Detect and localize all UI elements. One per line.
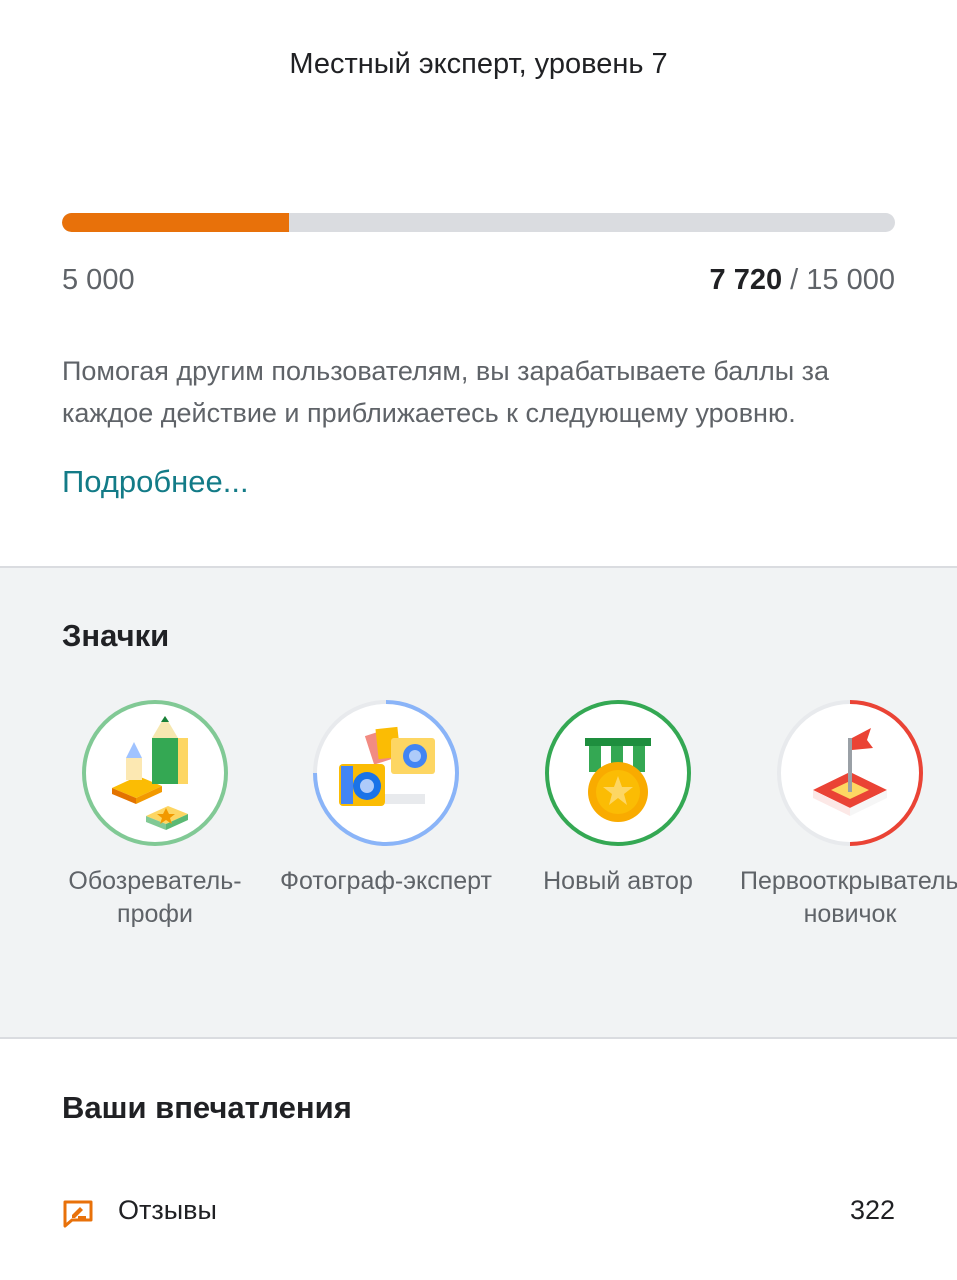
stat-value: 322 bbox=[849, 1195, 895, 1225]
badge-label: Новый автор bbox=[543, 867, 693, 895]
current-points: 7 720 bbox=[709, 264, 783, 296]
cameras-icon bbox=[313, 700, 459, 846]
badge-label: Фотограф-эксперт bbox=[280, 867, 492, 895]
badge-label: Обозреватель-профи bbox=[68, 867, 242, 928]
badge-ring bbox=[775, 698, 925, 848]
range-min-value: 5 000 bbox=[62, 264, 135, 296]
target-points: 15 000 bbox=[806, 264, 895, 296]
page-title: Местный эксперт, уровень 7 bbox=[289, 48, 668, 80]
level-progress-fill bbox=[62, 213, 289, 232]
badge-ring bbox=[543, 698, 693, 848]
flag-icon bbox=[777, 700, 923, 846]
impressions-title: Ваши впечатления bbox=[62, 1090, 352, 1125]
level-progress-bar bbox=[62, 213, 895, 232]
review-icon bbox=[63, 1200, 93, 1228]
points-separator: / bbox=[782, 264, 807, 296]
pencil-blocks-icon bbox=[82, 700, 228, 846]
stat-row-reviews[interactable]: Отзывы 322 bbox=[62, 1195, 895, 1235]
medal-icon bbox=[545, 700, 691, 846]
stat-label: Отзывы bbox=[118, 1195, 217, 1225]
badge-label: Первооткрыватель-новичок bbox=[740, 867, 957, 928]
badges-section: Значки Обозреватель-профи Фотограф-экспе… bbox=[0, 566, 957, 1039]
badge-ring bbox=[80, 698, 230, 848]
badge-ring bbox=[311, 698, 461, 848]
points-progress-value: 7 720 / 15 000 bbox=[710, 264, 895, 297]
badges-title: Значки bbox=[62, 618, 170, 653]
level-description: Помогая другим пользователям, вы зарабат… bbox=[62, 356, 830, 428]
learn-more-link[interactable]: Подробнее... bbox=[62, 464, 249, 500]
